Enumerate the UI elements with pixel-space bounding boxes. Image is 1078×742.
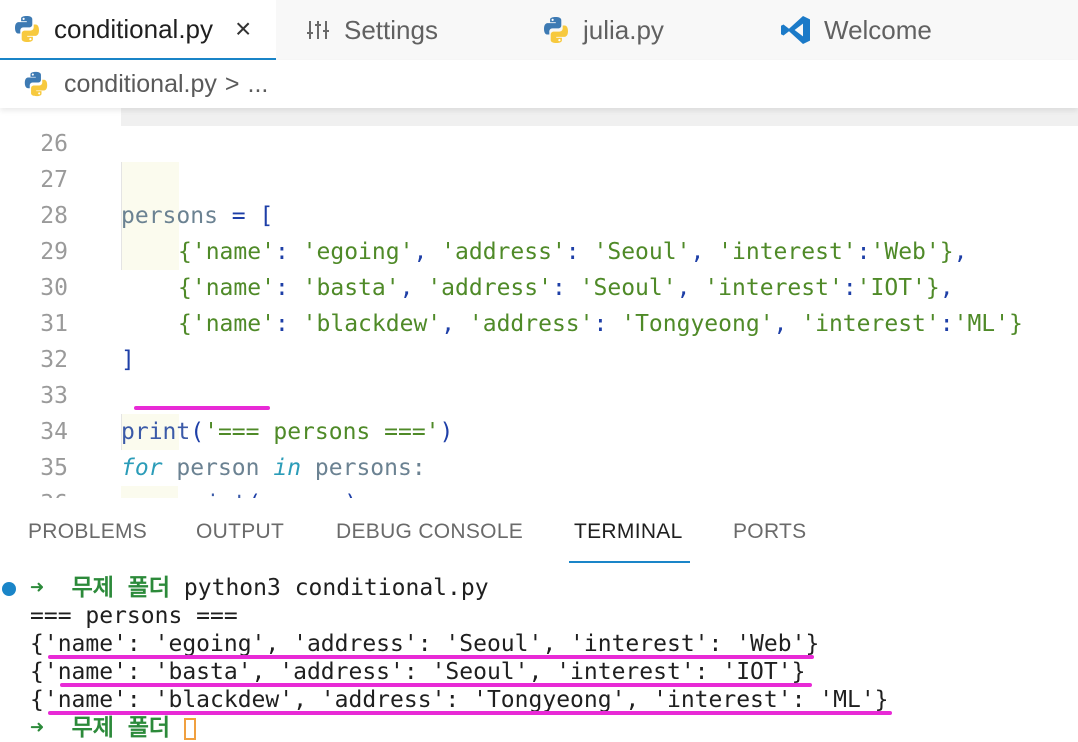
bottom-panel: PROBLEMS OUTPUT DEBUG CONSOLE TERMINAL P…: [0, 498, 1078, 741]
active-tab-indicator: [569, 561, 690, 563]
terminal-output-line: {'name': 'basta', 'address': 'Seoul', 'i…: [30, 659, 806, 685]
prompt-arrow-icon: ➜: [30, 575, 44, 601]
python-icon: [12, 14, 42, 44]
tab-problems[interactable]: PROBLEMS: [28, 520, 147, 544]
tab-ports[interactable]: PORTS: [733, 520, 806, 544]
breadcrumb-separator: >: [224, 69, 240, 98]
code-line: 33 print('=== persons ==='): [0, 342, 1078, 445]
prompt-directory: 무제 폴더: [71, 575, 171, 601]
terminal-output-line: {'name': 'blackdew', 'address': 'Tongyeo…: [30, 687, 889, 713]
tab-label: Welcome: [824, 14, 932, 45]
breadcrumb: conditional.py > ...: [0, 60, 1078, 108]
close-icon[interactable]: ×: [235, 13, 251, 45]
code-line: 32: [0, 306, 1078, 373]
code-line: 29 {'name': 'basta', 'address': 'Seoul',…: [0, 198, 1078, 301]
settings-sliders-icon: [306, 15, 332, 45]
code-line: 36: [0, 450, 1078, 498]
annotation-underline: [48, 655, 814, 659]
tab-label: conditional.py: [54, 13, 213, 44]
command-status-dot: [2, 582, 16, 596]
annotation-underline: [134, 406, 270, 410]
breadcrumb-file[interactable]: conditional.py: [64, 70, 217, 99]
python-icon: [22, 70, 50, 98]
breadcrumb-more[interactable]: ...: [248, 70, 269, 99]
terminal-output-line: {'name': 'egoing', 'address': 'Seoul', '…: [30, 631, 820, 657]
code-line: 30 {'name': 'blackdew', 'address': 'Tong…: [0, 234, 1078, 337]
code-line: 27 persons = [: [0, 126, 1078, 229]
terminal-next-prompt: ➜ 무제 폴더: [30, 714, 196, 742]
tab-settings[interactable]: Settings: [306, 0, 438, 60]
tab-output[interactable]: OUTPUT: [196, 520, 284, 544]
tab-label: Settings: [344, 14, 438, 45]
code-line: 26: [0, 108, 1078, 157]
tab-julia-py[interactable]: julia.py: [541, 0, 664, 60]
tab-label: julia.py: [583, 14, 664, 45]
prompt-arrow-icon: ➜: [30, 715, 44, 741]
annotation-underline: [48, 711, 892, 715]
editor-tab-bar: conditional.py × Settings julia.py Welco…: [0, 0, 1078, 60]
terminal-command-line: ➜ 무제 폴더 python3 conditional.py: [30, 574, 489, 602]
annotation-underline: [60, 683, 812, 687]
tab-terminal[interactable]: TERMINAL: [574, 520, 683, 544]
code-line: 28 {'name': 'egoing', 'address': 'Seoul'…: [0, 162, 1078, 265]
code-line: 35 print(person): [0, 414, 1078, 498]
python-icon: [541, 15, 571, 45]
code-editor[interactable]: 26 27 persons = [ 28 {'name': 'egoing', …: [0, 108, 1078, 498]
tab-debug-console[interactable]: DEBUG CONSOLE: [336, 520, 523, 544]
tab-welcome[interactable]: Welcome: [780, 0, 932, 60]
vscode-icon: [780, 14, 812, 46]
terminal-cursor: [183, 717, 196, 740]
terminal-command: python3 conditional.py: [183, 575, 489, 601]
prompt-directory: 무제 폴더: [71, 715, 171, 741]
code-line: 31 ]: [0, 270, 1078, 373]
terminal-output-line: === persons ===: [30, 603, 238, 629]
code-line: 37: [0, 486, 1078, 498]
tab-conditional-py[interactable]: conditional.py ×: [0, 0, 276, 60]
